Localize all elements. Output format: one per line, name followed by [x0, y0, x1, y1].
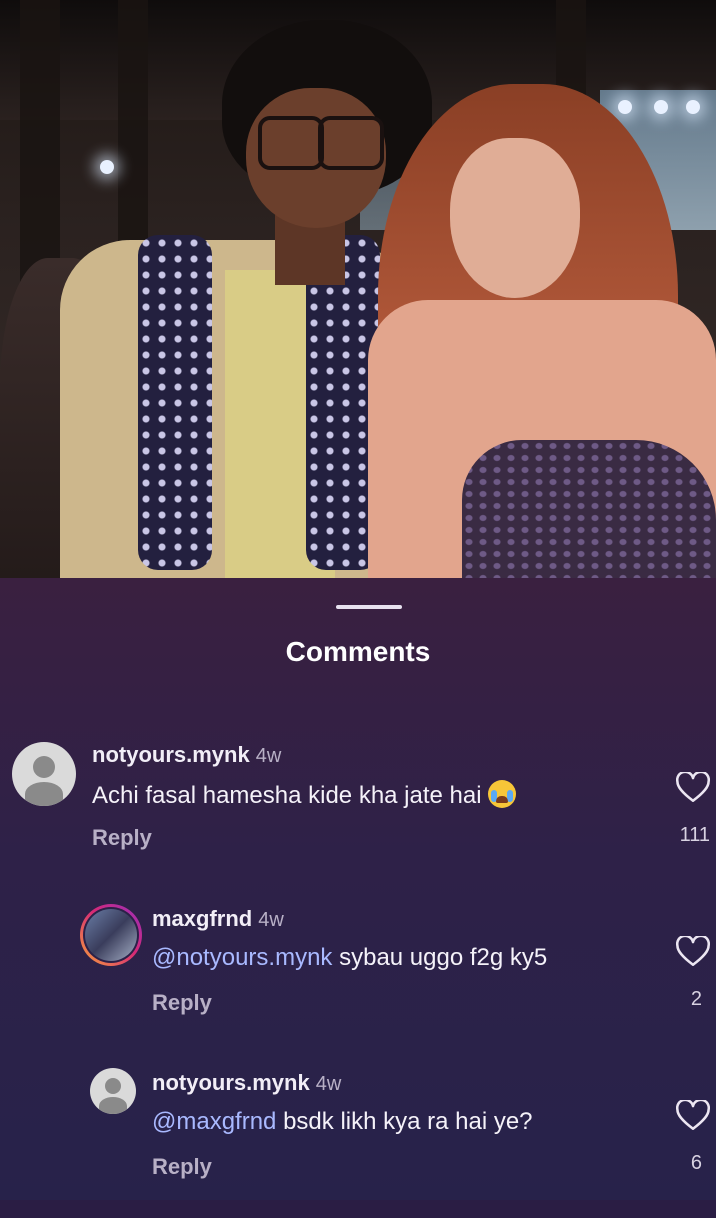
heart-outline-icon[interactable]	[676, 772, 710, 804]
comment-username[interactable]: notyours.mynk 4w	[92, 742, 281, 768]
comment-time: 4w	[258, 909, 284, 931]
drag-handle[interactable]	[336, 605, 402, 609]
like-count: 6	[690, 1152, 702, 1174]
comment-reply-item: maxgfrnd 4w @notyours.mynk sybau uggo f2g…	[0, 904, 716, 1054]
default-avatar-icon[interactable]	[12, 742, 76, 806]
reply-button[interactable]: Reply	[152, 990, 212, 1016]
like-count: 111	[679, 824, 710, 846]
story-avatar[interactable]	[80, 904, 142, 966]
reply-button[interactable]: Reply	[92, 825, 152, 851]
light	[618, 100, 632, 114]
reply-button[interactable]: Reply	[152, 1154, 212, 1180]
reel-video-frame[interactable]	[0, 0, 716, 578]
glasses-icon	[258, 116, 324, 170]
comment-text: Achi fasal hamesha kide kha jate hai	[92, 780, 516, 810]
comment-username[interactable]: maxgfrnd 4w	[152, 906, 284, 932]
heart-outline-icon[interactable]	[676, 936, 710, 968]
like-count: 2	[690, 988, 702, 1010]
comment-text: @notyours.mynk sybau uggo f2g ky5	[152, 944, 548, 971]
comment-text: @maxgfrnd bsdk likh kya ra hai ye?	[152, 1108, 533, 1135]
default-avatar-icon[interactable]	[90, 1068, 136, 1114]
glasses-icon	[318, 116, 384, 170]
comments-sheet: Comments notyours.mynk 4w Achi fasal hame…	[0, 578, 716, 1200]
sheet-title: Comments	[285, 636, 431, 667]
mention-link[interactable]: @maxgfrnd	[152, 1108, 276, 1135]
comment-username[interactable]: notyours.mynk 4w	[152, 1070, 341, 1096]
woman-face	[450, 138, 580, 298]
light	[100, 160, 114, 174]
profile-picture	[85, 909, 137, 961]
man-scarf	[138, 235, 212, 570]
light	[654, 100, 668, 114]
comment-time: 4w	[315, 1073, 342, 1095]
comment-time: 4w	[255, 745, 282, 767]
mention-link[interactable]: @notyours.mynk	[152, 944, 332, 971]
woman-dress	[462, 440, 716, 578]
comment-item: notyours.mynk 4w Achi fasal hamesha kide …	[0, 736, 716, 886]
comment-reply-item: notyours.mynk 4w @maxgfrnd bsdk likh kya …	[0, 1068, 716, 1218]
light	[686, 100, 700, 114]
loudly-crying-face-icon	[487, 780, 516, 808]
heart-outline-icon[interactable]	[676, 1100, 710, 1132]
